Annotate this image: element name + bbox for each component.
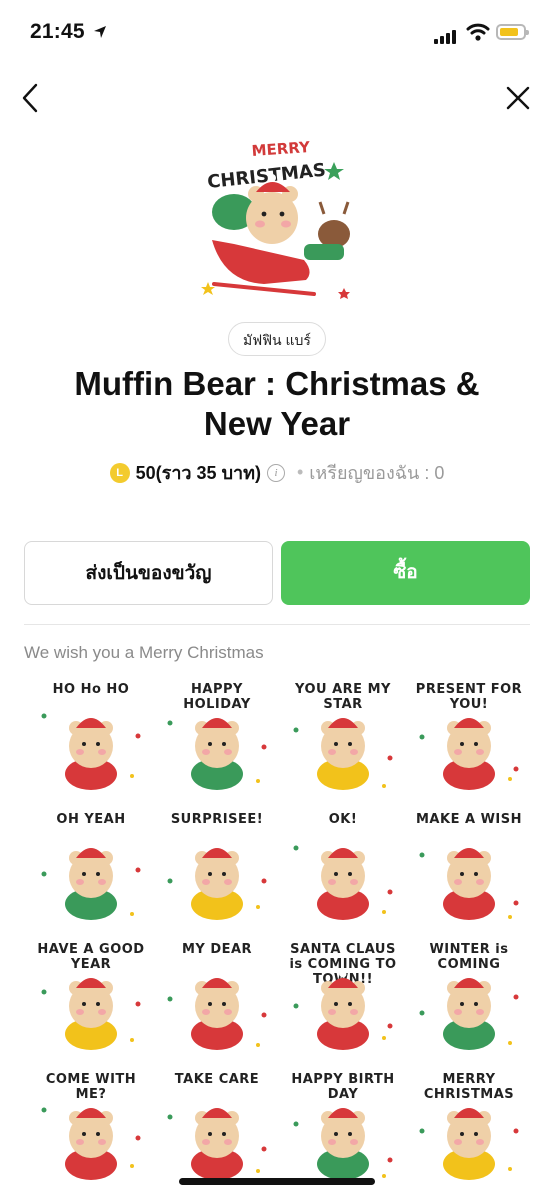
sticker-item[interactable]: MERRY CHRISTMAS: [410, 1066, 528, 1186]
sticker-item[interactable]: HAPPY BIRTH DAY: [284, 1066, 402, 1186]
bear-sticker-image: [167, 710, 267, 790]
close-icon: [506, 86, 530, 110]
sticker-item[interactable]: SANTA CLAUS is COMING TO TOWN!!: [284, 936, 402, 1056]
hero-text-merry: MERRY: [251, 138, 312, 160]
home-indicator: [179, 1178, 375, 1185]
author-chip[interactable]: มัฟฟิน แบร์: [228, 322, 326, 356]
sticker-item[interactable]: SURPRISEE!: [158, 806, 276, 926]
bear-sticker-image: [167, 840, 267, 920]
bear-sticker-image: [293, 1100, 393, 1180]
wifi-icon: [466, 23, 490, 41]
bear-sticker-image: [41, 840, 141, 920]
sticker-item[interactable]: MAKE A WISH: [410, 806, 528, 926]
divider: [24, 624, 530, 625]
sticker-item[interactable]: OK!: [284, 806, 402, 926]
separator-dot: •: [296, 462, 304, 482]
battery-icon: [496, 24, 529, 40]
sticker-item[interactable]: YOU ARE MY STAR: [284, 676, 402, 796]
bear-sticker-image: [41, 710, 141, 790]
chevron-left-icon: [22, 83, 38, 113]
bear-sticker-image: [293, 970, 393, 1050]
price-text: 50(ราว 35 บาท): [135, 463, 261, 483]
sticker-item[interactable]: COME WITH ME?: [32, 1066, 150, 1186]
status-time: 21:45: [30, 20, 85, 43]
bear-sticker-image: [41, 970, 141, 1050]
buy-button[interactable]: ซื้อ: [281, 541, 530, 605]
back-button[interactable]: [12, 80, 48, 116]
product-title: Muffin Bear : Christmas & New Year: [74, 365, 480, 442]
send-as-gift-button[interactable]: ส่งเป็นของขวัญ: [24, 541, 273, 605]
sticker-item[interactable]: HAPPY HOLIDAY: [158, 676, 276, 796]
package-description: We wish you a Merry Christmas: [24, 643, 264, 662]
close-button[interactable]: [500, 80, 536, 116]
price-row: L 50(ราว 35 บาท) i • เหรียญของฉัน : 0: [0, 458, 554, 487]
bear-sticker-image: [419, 1100, 519, 1180]
line-coin-icon: L: [109, 462, 130, 483]
bear-sticker-image: [419, 970, 519, 1050]
cellular-signal-icon: [434, 26, 458, 44]
bear-sticker-image: [167, 970, 267, 1050]
sticker-item[interactable]: OH YEAH: [32, 806, 150, 926]
my-coins-text: เหรียญของฉัน : 0: [309, 463, 445, 483]
location-arrow-icon: [94, 26, 106, 38]
sticker-item[interactable]: HO Ho HO: [32, 676, 150, 796]
bear-sticker-image: [419, 840, 519, 920]
hero-sticker-image: MERRY CHRISTMAS: [201, 138, 350, 299]
sticker-item[interactable]: WINTER is COMING: [410, 936, 528, 1056]
bear-sticker-image: [293, 840, 393, 920]
sticker-item[interactable]: MY DEAR: [158, 936, 276, 1056]
info-icon[interactable]: i: [266, 463, 285, 482]
sticker-item[interactable]: HAVE A GOOD YEAR: [32, 936, 150, 1056]
sticker-item[interactable]: TAKE CARE: [158, 1066, 276, 1186]
bear-sticker-image: [41, 1100, 141, 1180]
bear-sticker-image: [293, 710, 393, 790]
bear-sticker-image: [419, 710, 519, 790]
bear-sticker-image: [167, 1100, 267, 1180]
sticker-item[interactable]: PRESENT FOR YOU!: [410, 676, 528, 796]
status-bar: 21:45: [0, 0, 554, 64]
